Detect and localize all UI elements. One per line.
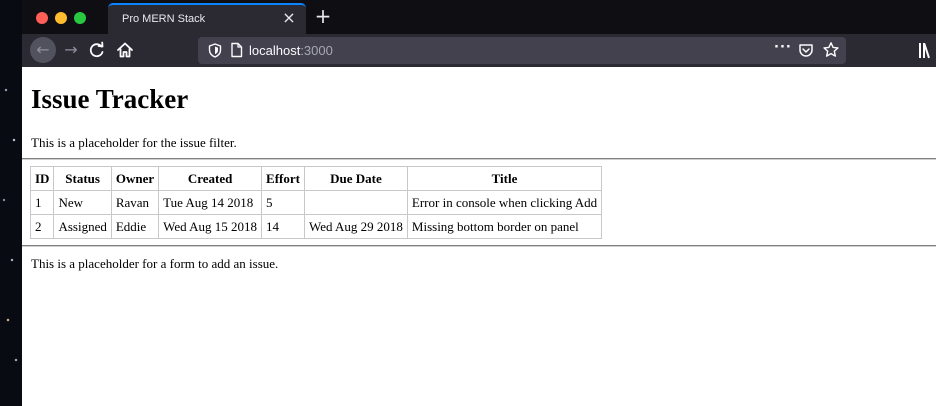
zoom-window-button[interactable] [74,12,86,24]
close-window-button[interactable] [36,12,48,24]
column-header-status: Status [53,166,112,191]
tab-strip: Pro MERN Stack × + [22,0,936,34]
page-title: Issue Tracker [31,84,189,114]
issue-filter-placeholder: This is a placeholder for the issue filt… [31,135,237,150]
cell-due-date [303,190,408,215]
column-header-id: ID [29,166,55,191]
table-row: 1 New Ravan Tue Aug 14 2018 5 Error in c… [29,190,603,215]
column-header-due-date: Due Date [303,166,408,191]
forward-icon[interactable]: → [60,38,82,62]
home-icon[interactable] [114,38,136,62]
cell-due-date: Wed Aug 29 2018 [303,214,408,239]
cell-id: 2 [29,214,55,239]
cell-created: Tue Aug 14 2018 [158,190,263,215]
cell-effort: 14 [261,214,305,239]
more-icon[interactable]: ··· [774,40,792,55]
divider [22,158,936,160]
cell-owner: Eddie [110,214,160,239]
minimize-window-button[interactable] [55,12,67,24]
cell-status: Assigned [53,214,112,239]
back-icon[interactable]: ← [30,37,56,63]
column-header-owner: Owner [110,166,160,191]
cell-effort: 5 [261,190,305,215]
url-host: localhost [249,43,301,58]
browser-window: Pro MERN Stack × + ← → localhost:3000 ··… [22,0,936,406]
tab-title: Pro MERN Stack [122,13,206,25]
pocket-icon[interactable] [798,43,814,58]
divider [22,245,936,247]
url-bar[interactable]: localhost:3000 ··· [198,37,846,64]
column-header-created: Created [158,166,263,191]
cell-id: 1 [29,190,55,215]
bookmark-star-icon[interactable] [822,41,840,59]
table-row: 2 Assigned Eddie Wed Aug 15 2018 14 Wed … [29,214,603,239]
column-header-effort: Effort [261,166,305,191]
desktop-backdrop [0,0,22,406]
issue-table: ID Status Owner Created Effort Due Date … [29,166,603,239]
cell-title: Error in console when clicking Add [406,190,603,215]
table-header-row: ID Status Owner Created Effort Due Date … [29,166,603,191]
cell-title: Missing bottom border on panel [406,214,603,239]
cell-status: New [53,190,112,215]
close-tab-icon[interactable]: × [280,9,298,27]
column-header-title: Title [406,166,603,191]
cell-owner: Ravan [110,190,160,215]
shield-icon[interactable] [208,43,222,58]
cell-created: Wed Aug 15 2018 [158,214,263,239]
page-content: Issue Tracker This is a placeholder for … [22,67,936,406]
library-icon[interactable] [918,43,934,59]
reload-icon[interactable] [86,38,108,62]
navigation-toolbar: ← → localhost:3000 ··· [22,34,936,67]
page-icon[interactable] [230,42,243,58]
url-port: :3000 [300,43,333,58]
add-issue-placeholder: This is a placeholder for a form to add … [31,256,279,271]
url-text[interactable]: localhost:3000 [249,43,333,58]
new-tab-icon[interactable]: + [312,5,334,27]
tab-pro-mern-stack[interactable]: Pro MERN Stack × [108,3,306,34]
